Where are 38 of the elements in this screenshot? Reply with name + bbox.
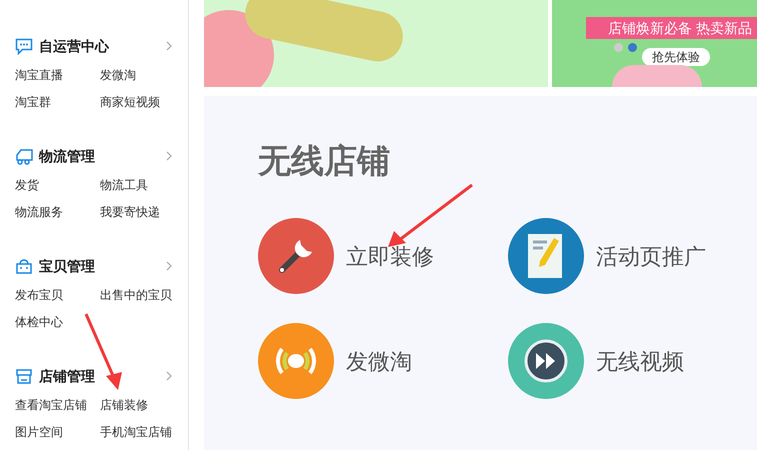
sidebar-link[interactable]: 我要寄快递 xyxy=(100,199,190,226)
truck-icon xyxy=(15,148,33,164)
section-title[interactable]: 宝贝管理 xyxy=(39,256,95,276)
broadcast-icon[interactable] xyxy=(258,323,334,399)
chevron-right-icon[interactable] xyxy=(166,261,172,271)
banner-ribbon: 店铺焕新必备 热卖新品 xyxy=(586,17,757,39)
feature-link[interactable]: 立即装修 xyxy=(346,240,434,272)
chevron-right-icon[interactable] xyxy=(166,41,172,51)
sidebar-link[interactable]: 发微淘 xyxy=(100,62,190,89)
sidebar-link[interactable]: 发货 xyxy=(15,172,100,199)
wrench-icon[interactable] xyxy=(258,218,334,294)
sidebar-link[interactable]: 淘宝群 xyxy=(15,89,100,116)
sidebar-link[interactable]: 体检中心 xyxy=(15,309,100,336)
sidebar-link[interactable]: 查看淘宝店铺 xyxy=(15,392,100,419)
sidebar-link[interactable]: 发布宝贝 xyxy=(15,282,100,309)
section-title[interactable]: 自运营中心 xyxy=(39,36,109,56)
section-title[interactable]: 物流管理 xyxy=(39,146,95,166)
sidebar-link[interactable]: 店铺装修 xyxy=(100,392,190,419)
sidebar-link[interactable]: 商家短视频 xyxy=(100,89,190,116)
bag-icon xyxy=(15,258,33,274)
feature-link[interactable]: 活动页推广 xyxy=(596,240,706,272)
sidebar-link[interactable]: 淘宝直播 xyxy=(15,62,100,89)
panel-title: 无线店铺 xyxy=(258,141,391,181)
chat-icon xyxy=(15,38,33,54)
chevron-right-icon[interactable] xyxy=(166,371,172,381)
play-icon[interactable] xyxy=(508,323,584,399)
sidebar-link[interactable]: 出售中的宝贝 xyxy=(100,282,190,309)
section-title[interactable]: 店铺管理 xyxy=(39,366,95,386)
try-now-button[interactable]: 抢先体验 xyxy=(642,48,710,66)
sidebar-link[interactable]: 物流服务 xyxy=(15,199,100,226)
sidebar-link[interactable]: 图片空间 xyxy=(15,419,100,446)
store-icon xyxy=(15,368,33,384)
sidebar-link[interactable]: 手机淘宝店铺 xyxy=(100,419,190,446)
chevron-right-icon[interactable] xyxy=(166,151,172,161)
feature-link[interactable]: 发微淘 xyxy=(346,344,412,378)
sidebar-link[interactable]: 物流工具 xyxy=(100,172,190,199)
feature-link[interactable]: 无线视频 xyxy=(596,344,684,378)
note-icon[interactable] xyxy=(508,218,584,294)
